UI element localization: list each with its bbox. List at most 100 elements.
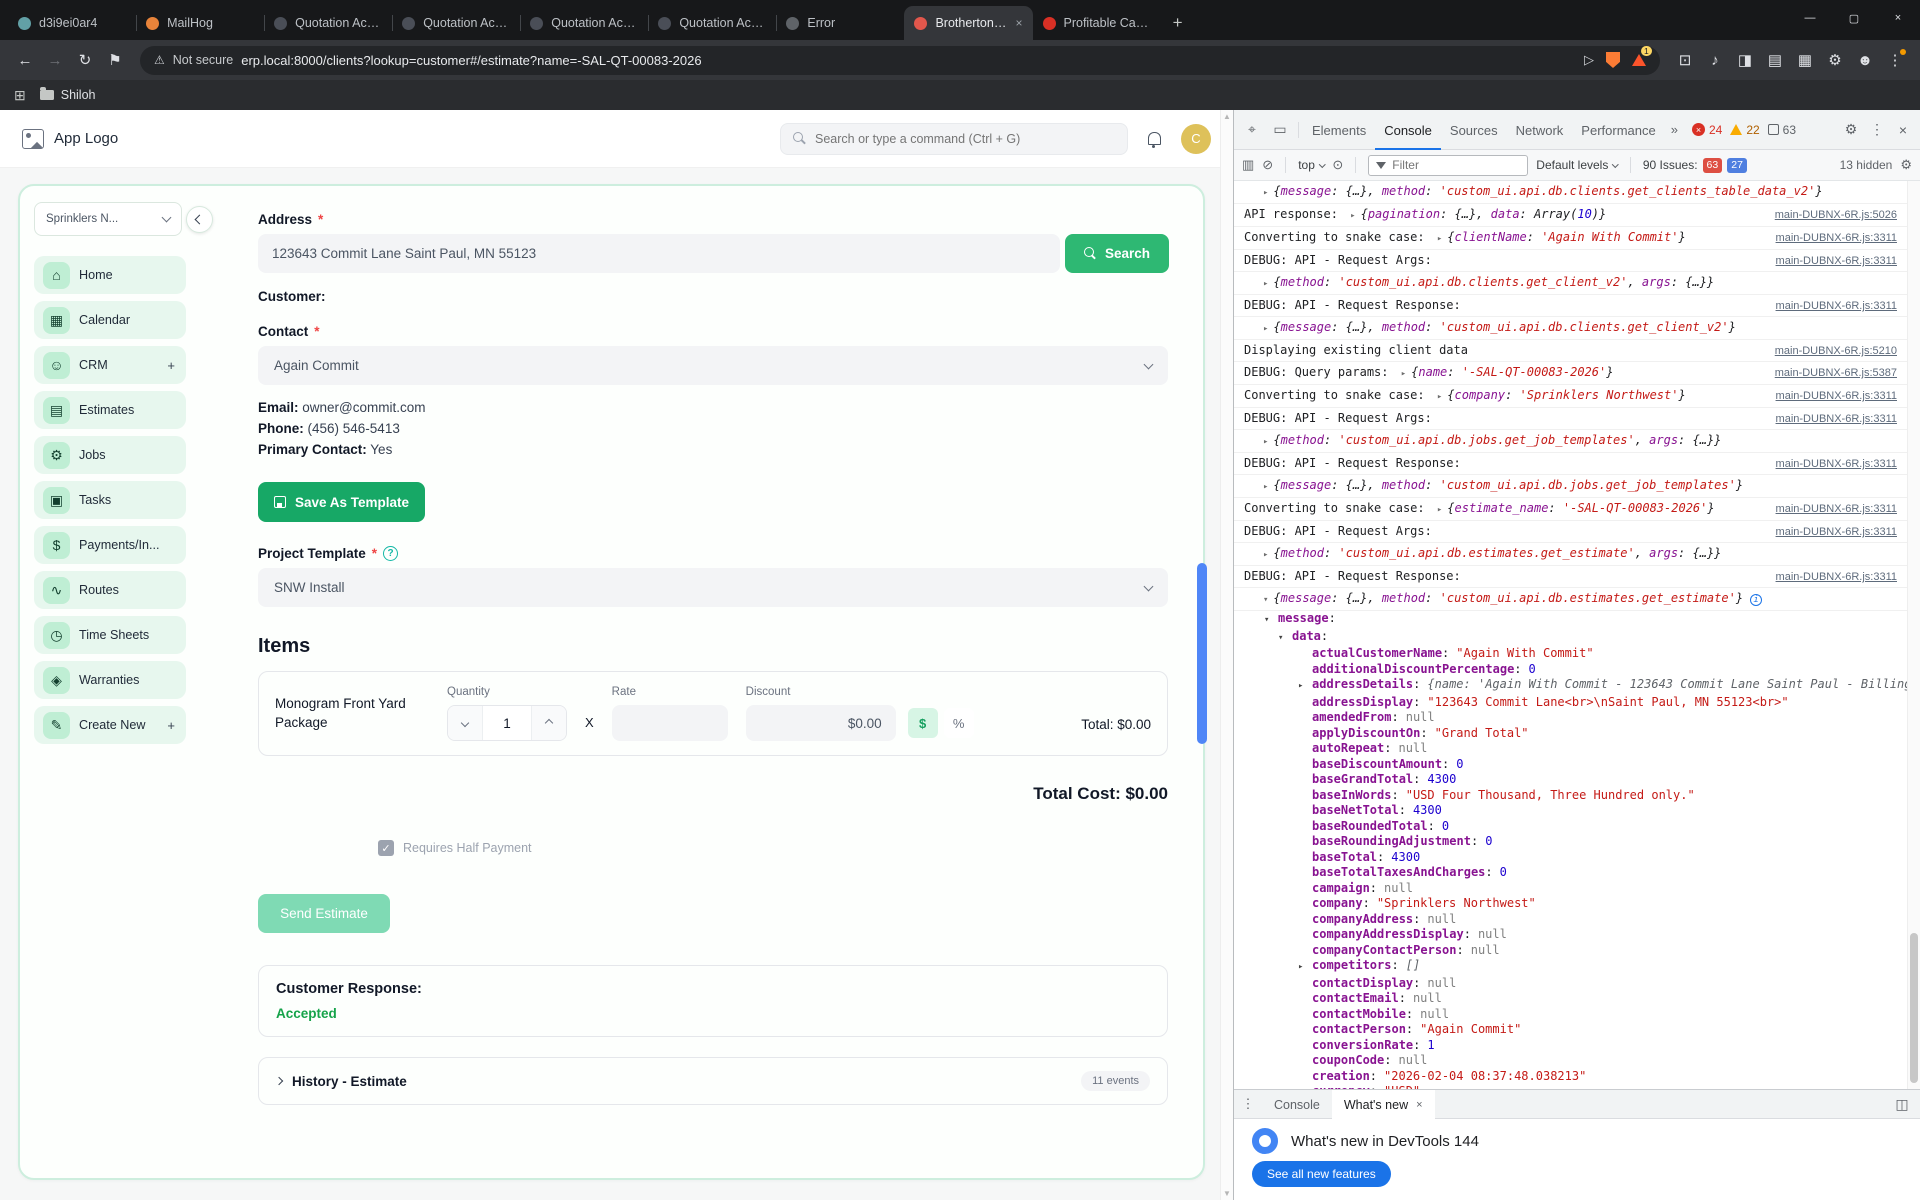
add-icon[interactable]: +	[167, 718, 177, 733]
sidebar-item[interactable]: ▦ Calendar	[34, 301, 186, 339]
discount-percent-toggle[interactable]: %	[943, 708, 974, 738]
avatar[interactable]: C	[1181, 123, 1211, 154]
browser-tab[interactable]: Brotherton ERPN ×	[904, 6, 1033, 40]
sidebar-item[interactable]: ✎ Create New +	[34, 706, 186, 744]
object-preview[interactable]: {estimate_name: '-SAL-QT-00083-2026'}	[1447, 500, 1714, 516]
object-preview[interactable]: {method: 'custom_ui.api.db.clients.get_c…	[1273, 274, 1714, 290]
search-button[interactable]: Search	[1065, 234, 1169, 273]
console-warnings-badge[interactable]: 22	[1730, 123, 1760, 137]
expand-arrow-icon[interactable]: ▸	[1437, 389, 1442, 405]
profile-icon[interactable]: ☻	[1850, 45, 1880, 75]
expand-arrow-icon[interactable]: ▸	[1263, 434, 1268, 450]
console-log-area[interactable]: ▸ {message: {…}, method: 'custom_ui.api.…	[1234, 181, 1920, 1089]
expand-arrow-icon[interactable]: ▸	[1263, 547, 1268, 563]
url-text[interactable]: erp.local:8000/clients?lookup=customer#/…	[241, 53, 701, 68]
console-info-badge[interactable]: 63	[1767, 123, 1796, 137]
browser-tab[interactable]: Quotation Accepted	[264, 6, 392, 40]
app-logo-text[interactable]: App Logo	[54, 130, 118, 147]
drawer-tab[interactable]: What's new ×	[1331, 1090, 1435, 1119]
browser-tab[interactable]: Error	[776, 6, 904, 40]
devtools-settings-icon[interactable]: ⚙	[1838, 117, 1864, 143]
device-toolbar-icon[interactable]: ▭	[1266, 117, 1294, 143]
browser-tab[interactable]: MailHog	[136, 6, 264, 40]
quantity-decrease-button[interactable]	[448, 706, 482, 740]
new-tab-button[interactable]: +	[1161, 6, 1195, 40]
address-input[interactable]	[258, 234, 1060, 273]
devtools-close-icon[interactable]: ×	[1890, 117, 1916, 143]
shield-icon[interactable]	[1606, 52, 1620, 68]
browser-tab[interactable]: Quotation Accepted	[648, 6, 776, 40]
sidebar-collapse-button[interactable]	[186, 206, 213, 233]
source-link[interactable]: main-DUBNX-6R.js:3311	[1766, 388, 1897, 404]
log-levels-selector[interactable]: Default levels	[1536, 158, 1619, 172]
see-all-features-button[interactable]: See all new features	[1252, 1161, 1391, 1187]
context-selector[interactable]: top	[1298, 158, 1326, 172]
app-scrollbar-track[interactable]: ▲ ▼	[1220, 110, 1233, 1200]
expand-arrow-icon[interactable]: ▸	[1263, 479, 1268, 495]
sidebar-item[interactable]: $ Payments/In...	[34, 526, 186, 564]
scroll-down-icon[interactable]: ▼	[1223, 1189, 1231, 1198]
back-icon[interactable]: ←	[10, 45, 40, 75]
expand-arrow-icon[interactable]: ▾	[1278, 631, 1292, 647]
history-section[interactable]: History - Estimate 11 events	[258, 1057, 1168, 1105]
object-preview[interactable]: {name: '-SAL-QT-00083-2026'}	[1411, 364, 1613, 380]
console-settings-icon[interactable]: ⚙	[1900, 157, 1912, 173]
split-screen-icon[interactable]: ◨	[1730, 45, 1760, 75]
expand-arrow-icon[interactable]: ▸	[1263, 185, 1268, 201]
scroll-up-icon[interactable]: ▲	[1223, 112, 1231, 121]
send-estimate-button[interactable]: Send Estimate	[258, 894, 390, 933]
console-sidebar-icon[interactable]: ▥	[1242, 157, 1254, 173]
expand-arrow-icon[interactable]: ▾	[1264, 613, 1278, 629]
rate-input[interactable]	[611, 705, 728, 741]
sidebar-item[interactable]: ◷ Time Sheets	[34, 616, 186, 654]
media-controls-icon[interactable]: ♪	[1700, 45, 1730, 75]
info-icon[interactable]: i	[1750, 594, 1763, 606]
contact-select[interactable]: Again Commit	[258, 346, 1168, 385]
source-link[interactable]: main-DUBNX-6R.js:3311	[1766, 253, 1897, 269]
object-preview[interactable]: {clientName: 'Again With Commit'}	[1447, 229, 1685, 245]
address-bar[interactable]: ⚠ Not secure erp.local:8000/clients?look…	[140, 45, 1660, 75]
quantity-input[interactable]	[482, 706, 532, 740]
devtools-tab[interactable]: Elements	[1303, 110, 1375, 150]
bookmark-folder[interactable]: Shiloh	[39, 87, 95, 102]
drawer-panel-icon[interactable]: ◫	[1890, 1091, 1914, 1117]
expand-arrow-icon[interactable]: ▾	[1263, 592, 1268, 608]
expand-arrow-icon[interactable]: ▸	[1437, 231, 1442, 247]
forward-icon[interactable]: →	[40, 45, 70, 75]
send-tab-icon[interactable]: ▷	[1584, 52, 1594, 68]
expand-arrow-icon[interactable]: ▸	[1401, 366, 1406, 382]
reading-list-icon[interactable]: ▤	[1760, 45, 1790, 75]
browser-tab[interactable]: Quotation Accepted	[520, 6, 648, 40]
source-link[interactable]: main-DUBNX-6R.js:3311	[1766, 298, 1897, 314]
devtools-tab[interactable]: Console	[1375, 110, 1441, 150]
object-preview[interactable]: {message: {…}, method: 'custom_ui.api.db…	[1273, 183, 1822, 199]
source-link[interactable]: main-DUBNX-6R.js:3311	[1766, 569, 1897, 585]
sidebar-item[interactable]: ⌂ Home	[34, 256, 186, 294]
reload-icon[interactable]: ↻	[70, 45, 100, 75]
filter-input[interactable]	[1392, 158, 1521, 172]
half-payment-checkbox[interactable]: ✓	[378, 840, 394, 856]
quantity-stepper[interactable]	[447, 705, 567, 741]
drawer-menu-icon[interactable]: ⋮	[1234, 1096, 1262, 1112]
object-preview[interactable]: {message: {…}, method: 'custom_ui.api.db…	[1273, 319, 1735, 335]
devtools-tab[interactable]: Sources	[1441, 110, 1507, 150]
sidebar-item[interactable]: ⚙ Jobs	[34, 436, 186, 474]
tab-close-icon[interactable]: ×	[1015, 16, 1022, 30]
settings-icon[interactable]: ⚙	[1820, 45, 1850, 75]
source-link[interactable]: main-DUBNX-6R.js:5210	[1765, 343, 1897, 359]
object-preview[interactable]: {company: 'Sprinklers Northwest'}	[1447, 387, 1685, 403]
minimize-button[interactable]: —	[1788, 0, 1832, 36]
inspect-element-icon[interactable]: ⌖	[1238, 117, 1266, 143]
command-search[interactable]	[780, 122, 1128, 155]
sidebar-item[interactable]: ▤ Estimates	[34, 391, 186, 429]
discount-input[interactable]	[745, 705, 896, 741]
console-filter[interactable]	[1368, 154, 1529, 176]
sidebar-item[interactable]: ◈ Warranties	[34, 661, 186, 699]
help-icon[interactable]: ?	[383, 546, 399, 561]
expand-arrow-icon[interactable]: ▸	[1350, 208, 1355, 224]
expand-arrow-icon[interactable]: ▸	[1263, 321, 1268, 337]
console-errors-badge[interactable]: × 24	[1691, 123, 1722, 137]
wallet-icon[interactable]: ▦	[1790, 45, 1820, 75]
expand-arrow-icon[interactable]: ▸	[1437, 502, 1442, 518]
drawer-tab-close-icon[interactable]: ×	[1416, 1099, 1422, 1111]
